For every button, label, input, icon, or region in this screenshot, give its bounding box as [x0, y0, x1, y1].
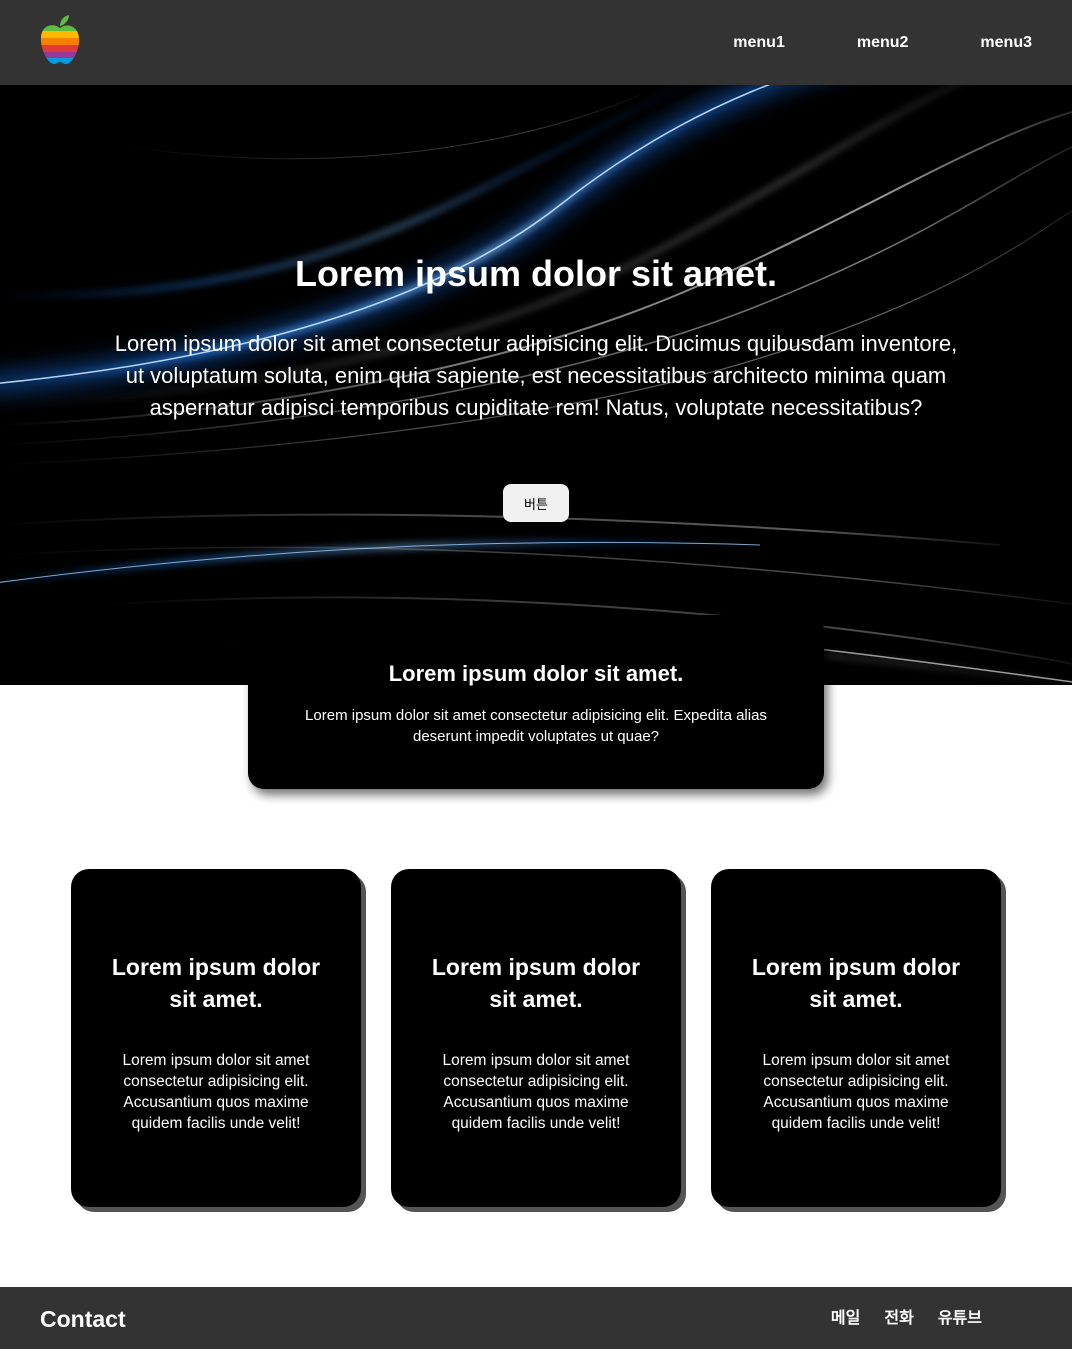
site-footer: Contact 메일 전화 유튜브 — [0, 1287, 1072, 1349]
overlay-card-text: Lorem ipsum dolor sit amet consectetur a… — [305, 707, 767, 745]
feature-cards: Lorem ipsum dolor sit amet. Lorem ipsum … — [71, 869, 1006, 1214]
feature-card-text: Lorem ipsum dolor sit amet consectetur a… — [442, 1052, 630, 1132]
feature-card-1: Lorem ipsum dolor sit amet. Lorem ipsum … — [71, 869, 361, 1207]
feature-card-2: Lorem ipsum dolor sit amet. Lorem ipsum … — [391, 869, 681, 1207]
feature-card-text: Lorem ipsum dolor sit amet consectetur a… — [122, 1052, 310, 1132]
footer-link-youtube[interactable]: 유튜브 — [938, 1307, 982, 1329]
feature-card-3: Lorem ipsum dolor sit amet. Lorem ipsum … — [711, 869, 1001, 1207]
footer-link-mail[interactable]: 메일 — [831, 1307, 860, 1329]
hero-description: Lorem ipsum dolor sit amet consectetur a… — [114, 331, 958, 420]
nav-menu2[interactable]: menu2 — [857, 33, 909, 53]
hero-title: Lorem ipsum dolor sit amet. — [294, 253, 778, 294]
feature-card-title: Lorem ipsum dolor sit amet. — [431, 954, 641, 1012]
feature-card-title: Lorem ipsum dolor sit amet. — [111, 954, 321, 1012]
feature-card-text: Lorem ipsum dolor sit amet consectetur a… — [762, 1052, 950, 1132]
main-nav: menu1 menu2 menu3 — [733, 33, 1032, 53]
apple-rainbow-logo-icon[interactable] — [38, 14, 82, 66]
overlay-card: Lorem ipsum dolor sit amet. Lorem ipsum … — [248, 615, 824, 789]
site-header: menu1 menu2 menu3 — [0, 0, 1072, 85]
footer-links: 메일 전화 유튜브 — [831, 1307, 982, 1329]
nav-menu1[interactable]: menu1 — [733, 33, 785, 53]
hero-section: Lorem ipsum dolor sit amet. Lorem ipsum … — [0, 85, 1072, 685]
nav-menu3[interactable]: menu3 — [980, 33, 1032, 53]
footer-link-phone[interactable]: 전화 — [884, 1307, 913, 1329]
footer-title: Contact — [40, 1306, 126, 1332]
hero-button[interactable]: 버튼 — [503, 484, 569, 522]
overlay-card-title: Lorem ipsum dolor sit amet. — [388, 661, 684, 686]
feature-card-title: Lorem ipsum dolor sit amet. — [751, 954, 961, 1012]
